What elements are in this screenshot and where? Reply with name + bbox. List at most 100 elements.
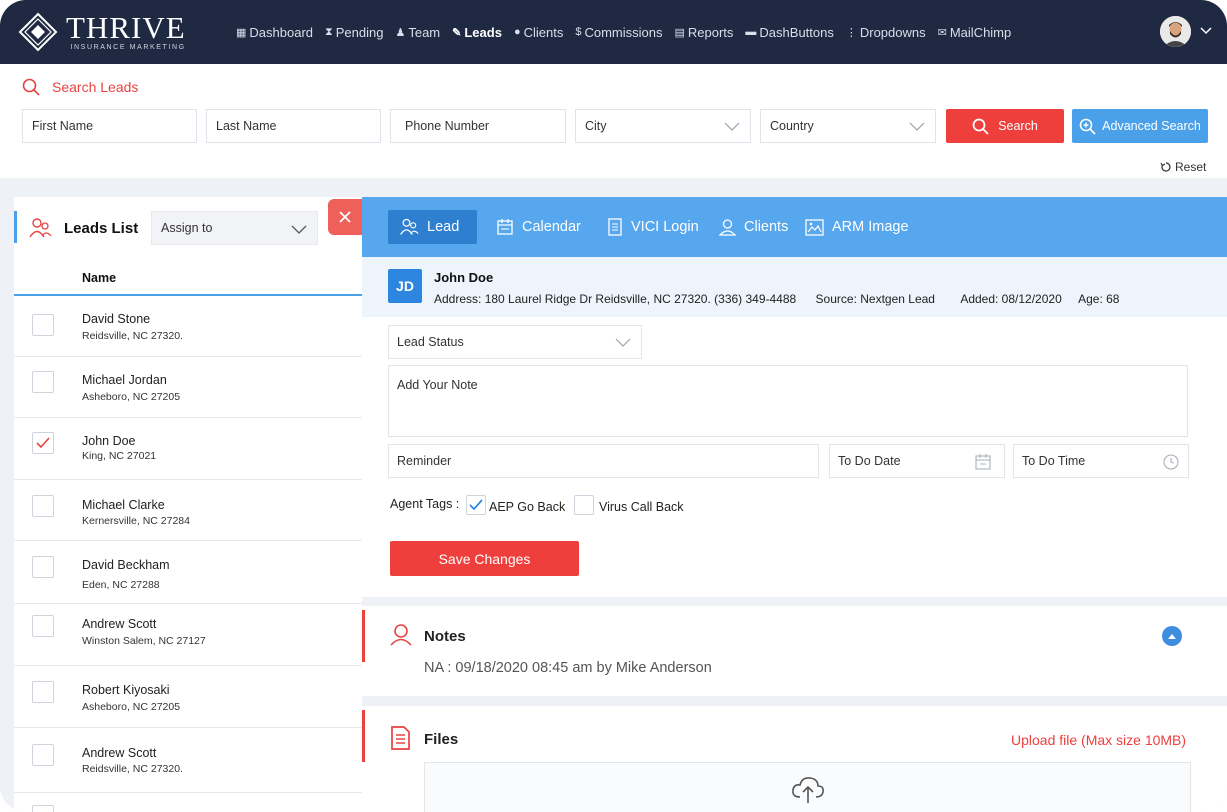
buttons-icon: ▬ xyxy=(745,26,757,38)
todo-time-input[interactable]: To Do Time xyxy=(1013,444,1189,478)
lead-address: Reidsville, NC 27320. xyxy=(82,763,183,775)
save-changes-button[interactable]: Save Changes xyxy=(390,541,579,576)
chevron-down-icon[interactable] xyxy=(1200,24,1212,38)
notes-user-icon xyxy=(390,624,412,646)
advanced-search-button[interactable]: Advanced Search xyxy=(1072,109,1208,143)
main-menu: ▦ Dashboard ⧗ Pending ♟ Team ✎ Leads ● Client… xyxy=(236,0,1023,64)
nav-label: Reports xyxy=(687,24,734,40)
lead-row[interactable] xyxy=(14,793,362,812)
lead-row[interactable]: David Stone Reidsville, NC 27320. xyxy=(14,296,362,357)
lead-row[interactable]: Michael Jordan Asheboro, NC 27205 xyxy=(14,357,362,418)
row-checkbox[interactable] xyxy=(32,681,54,703)
nav-reports[interactable]: ▤ Reports xyxy=(674,25,733,40)
search-icon xyxy=(22,78,40,96)
reset-button[interactable]: Reset xyxy=(1160,160,1206,174)
row-checkbox[interactable] xyxy=(32,805,54,812)
search-panel: Search Leads First Name Last Name Phone … xyxy=(0,64,1227,178)
tab-lead[interactable]: Lead xyxy=(388,210,478,244)
row-checkbox[interactable] xyxy=(32,371,54,393)
row-checkbox[interactable] xyxy=(32,556,54,578)
nav-mailchimp[interactable]: ✉ MailChimp xyxy=(938,25,1012,40)
app-frame: THRIVE INSURANCE MARKETING ▦ Dashboard ⧗ P… xyxy=(0,0,1227,812)
collapse-button[interactable] xyxy=(1162,626,1182,646)
lead-initials-badge: JD xyxy=(388,269,422,303)
row-checkbox[interactable] xyxy=(32,744,54,766)
lead-age: Age: 68 xyxy=(1078,292,1120,306)
top-navbar: THRIVE INSURANCE MARKETING ▦ Dashboard ⧗ P… xyxy=(0,0,1227,64)
row-checkbox[interactable] xyxy=(32,314,54,336)
nav-label: DashButtons xyxy=(759,24,834,40)
lead-info-bar: JD John Doe Address: 180 Laurel Ridge Dr… xyxy=(362,257,1227,317)
row-checkbox-checked[interactable] xyxy=(32,432,54,454)
city-placeholder: City xyxy=(585,119,607,133)
note-textarea[interactable]: Add Your Note xyxy=(388,365,1188,437)
close-icon xyxy=(339,211,351,223)
nav-dashboard[interactable]: ▦ Dashboard xyxy=(236,25,313,40)
tab-label: VICI Login xyxy=(631,219,699,235)
nav-label: Commissions xyxy=(584,24,663,40)
lead-status-select[interactable]: Lead Status xyxy=(388,325,642,359)
files-title: Files xyxy=(424,731,459,748)
reminder-input[interactable]: Reminder xyxy=(388,444,819,478)
last-name-input[interactable]: Last Name xyxy=(206,109,381,143)
lead-name: Robert Kiyosaki xyxy=(82,683,170,697)
file-dropzone[interactable] xyxy=(424,762,1191,812)
accent-bar xyxy=(362,710,365,762)
tab-arm-image[interactable]: ARM Image xyxy=(805,210,909,244)
lead-row[interactable]: Michael Clarke Kernersville, NC 27284 xyxy=(14,480,362,541)
lead-address: Asheboro, NC 27205 xyxy=(82,391,181,403)
nav-leads[interactable]: ✎ Leads xyxy=(452,25,502,40)
lead-row[interactable]: David Beckham Eden, NC 27288 xyxy=(14,541,362,604)
clients-icon xyxy=(719,219,736,236)
dashboard-icon: ▦ xyxy=(236,26,247,39)
tab-label: Calendar xyxy=(522,219,581,235)
row-checkbox[interactable] xyxy=(32,615,54,637)
phone-input[interactable]: Phone Number xyxy=(390,109,566,143)
city-select[interactable]: City xyxy=(575,109,751,143)
row-checkbox[interactable] xyxy=(32,495,54,517)
country-select[interactable]: Country xyxy=(760,109,936,143)
tab-clients[interactable]: Clients xyxy=(719,210,788,244)
brand-logo[interactable]: THRIVE INSURANCE MARKETING xyxy=(18,10,186,54)
nav-dropdowns[interactable]: ⋮ Dropdowns xyxy=(846,25,926,40)
lead-name: Andrew Scott xyxy=(82,617,157,631)
close-panel-button[interactable] xyxy=(328,199,362,235)
lead-name: David Beckham xyxy=(82,558,170,572)
tab-calendar[interactable]: Calendar xyxy=(496,210,581,244)
nav-commissions[interactable]: $ Commissions xyxy=(575,25,662,40)
lead-row[interactable]: John Doe King, NC 27021 xyxy=(14,418,362,480)
assign-to-select[interactable]: Assign to xyxy=(151,211,318,245)
nav-pending[interactable]: ⧗ Pending xyxy=(325,25,383,40)
lead-detail-panel: Lead Calendar VICI Login Clients ARM Ima… xyxy=(362,197,1227,597)
upload-file-link[interactable]: Upload file (Max size 10MB) xyxy=(1011,732,1186,748)
todo-date-placeholder: To Do Date xyxy=(838,454,901,468)
nav-team[interactable]: ♟ Team xyxy=(395,25,440,40)
tag-checkbox-checked[interactable] xyxy=(466,495,486,515)
files-section: Files Upload file (Max size 10MB) xyxy=(362,706,1227,812)
country-placeholder: Country xyxy=(770,119,814,133)
name-column-header: Name xyxy=(14,258,362,296)
report-icon: ▤ xyxy=(674,26,685,39)
tab-vici-login[interactable]: VICI Login xyxy=(607,210,699,244)
leads-icon: ✎ xyxy=(452,26,462,39)
lead-row[interactable]: Robert Kiyosaki Asheboro, NC 27205 xyxy=(14,666,362,728)
mail-icon: ✉ xyxy=(937,26,947,39)
refresh-icon xyxy=(1160,162,1171,172)
search-button[interactable]: Search xyxy=(946,109,1064,143)
first-name-input[interactable]: First Name xyxy=(22,109,197,143)
leads-list-header: Leads List Assign to xyxy=(14,211,362,245)
nav-clients[interactable]: ● Clients xyxy=(514,25,563,40)
diamond-logo-icon xyxy=(18,12,58,52)
lead-row[interactable]: Andrew Scott Winston Salem, NC 27127 xyxy=(14,604,362,666)
tab-label: ARM Image xyxy=(832,219,909,235)
first-name-placeholder: First Name xyxy=(32,119,94,133)
todo-date-input[interactable]: To Do Date xyxy=(829,444,1005,478)
lead-address: Eden, NC 27288 xyxy=(82,579,160,591)
tag-checkbox[interactable] xyxy=(574,495,594,515)
tab-label: Lead xyxy=(427,219,460,235)
user-avatar[interactable] xyxy=(1160,16,1191,47)
clock-icon xyxy=(1163,454,1179,470)
nav-dashbuttons[interactable]: ▬ DashButtons xyxy=(745,25,833,40)
lead-icon xyxy=(400,218,419,235)
lead-row[interactable]: Andrew Scott Reidsville, NC 27320. xyxy=(14,728,362,793)
